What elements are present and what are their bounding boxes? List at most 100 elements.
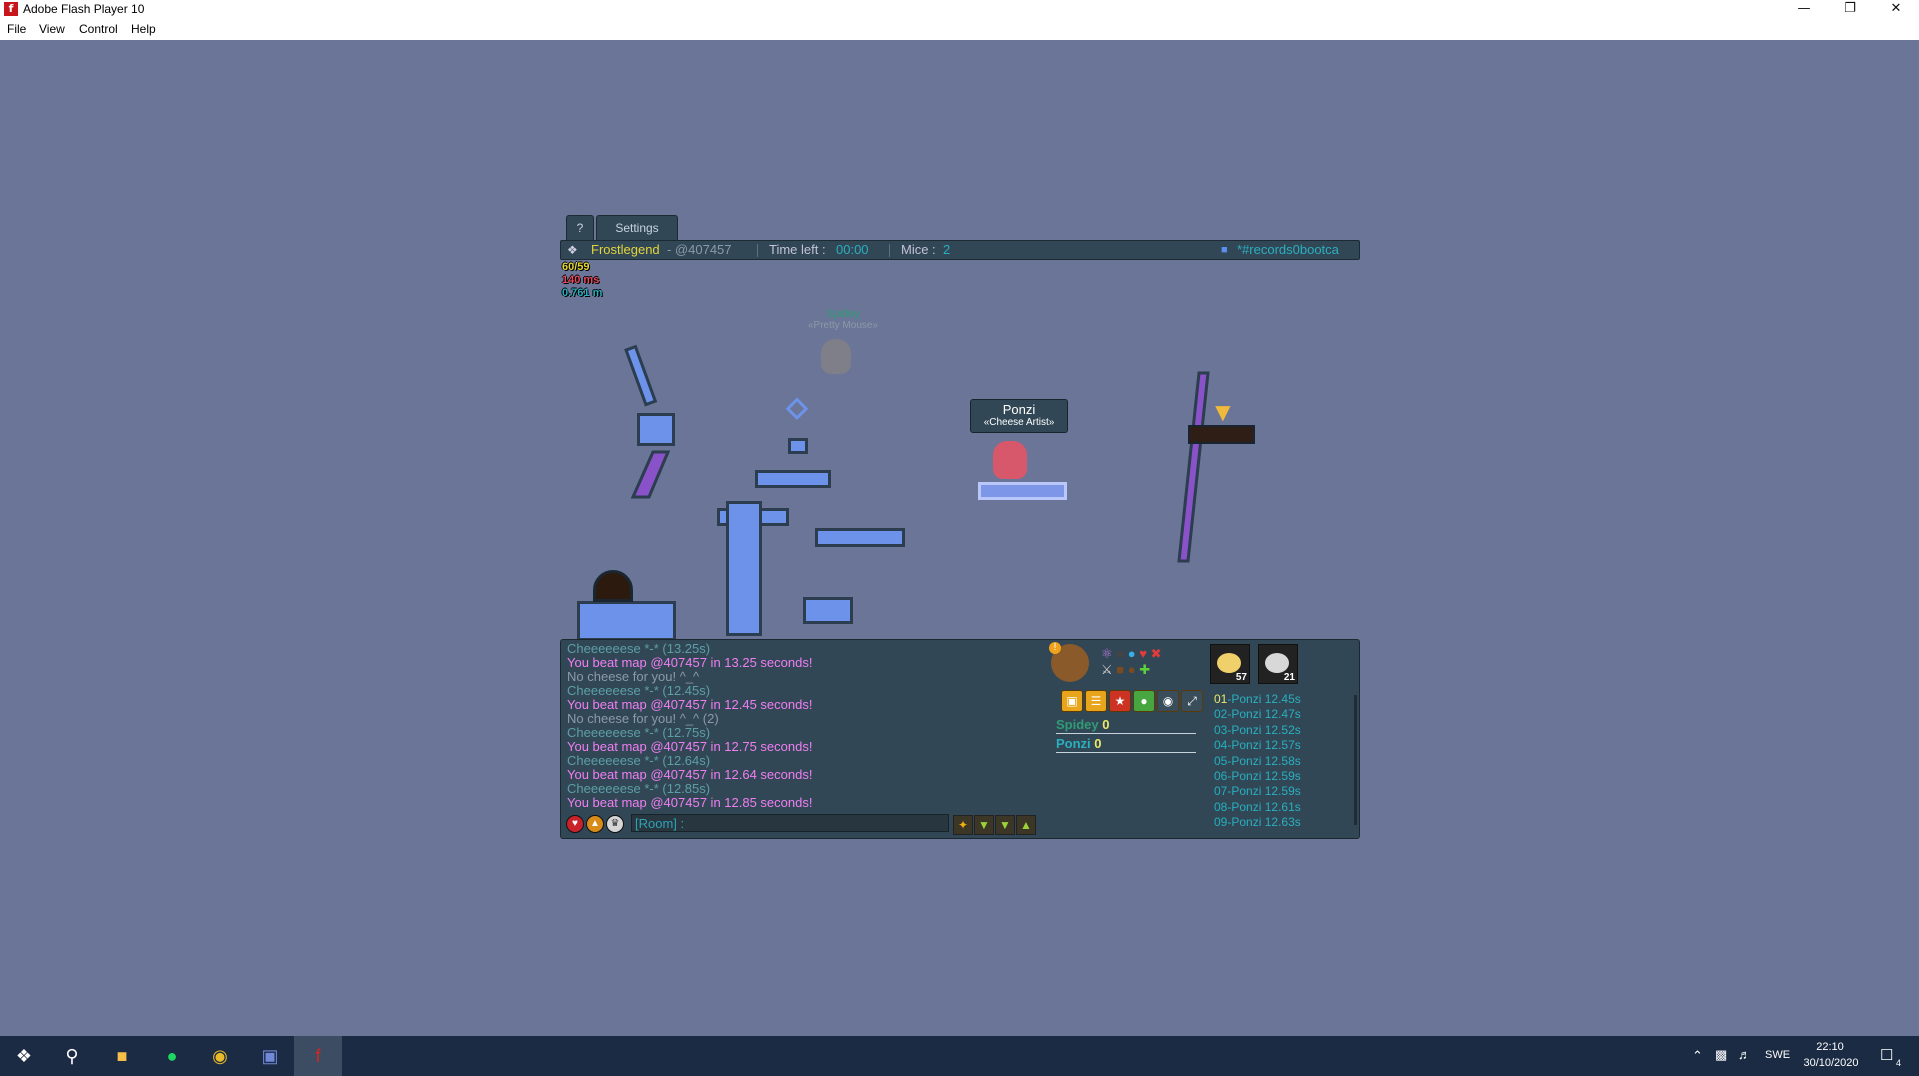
record-name: -Ponzi [1227, 799, 1265, 814]
arrow-down-icon[interactable]: ▼ [974, 815, 994, 835]
windows-start-icon[interactable]: ❖ [0, 1036, 48, 1076]
score-value: 0 [1094, 736, 1102, 751]
crown-icon[interactable]: ♛ [606, 815, 624, 833]
score-row: Ponzi 0 [1056, 736, 1196, 753]
chat-line: You beat map @407457 in 12.75 seconds! [567, 739, 813, 754]
window-title-bar: f Adobe Flash Player 10 — ❐ ✕ [0, 0, 1919, 19]
list-icon[interactable]: ☰ [1085, 690, 1107, 712]
cheese-icon: ▼ [1210, 397, 1236, 427]
spidey-nickname[interactable]: Spidey [783, 308, 903, 320]
chat-text: Cheeeeeese *-* [567, 641, 663, 656]
score-value: 0 [1102, 717, 1110, 732]
menu-help[interactable]: Help [131, 22, 156, 36]
spidey-mouse[interactable] [821, 339, 851, 374]
tribe-icon[interactable]: ▲ [586, 815, 604, 833]
record-row[interactable]: 01-Ponzi 12.45s [1214, 692, 1301, 707]
record-row[interactable]: 04-Ponzi 12.57s [1214, 738, 1301, 753]
notifications-icon[interactable]: ☐ [1880, 1046, 1893, 1064]
record-row[interactable]: 07-Ponzi 12.59s [1214, 784, 1301, 799]
record-rank: 03 [1214, 722, 1228, 737]
heart-icon[interactable]: ♥ [566, 815, 584, 833]
arrow-down-alt-icon[interactable]: ▼ [995, 815, 1015, 835]
network-icon[interactable]: ▩ [1715, 1047, 1727, 1063]
shop-icon[interactable]: ▣ [1061, 690, 1083, 712]
record-rank: 09 [1214, 815, 1228, 830]
spidey-platform [815, 528, 905, 547]
flash-player-taskbar-icon[interactable]: f [294, 1036, 342, 1076]
record-time: 12.57s [1264, 738, 1301, 753]
language-indicator[interactable]: SWE [1765, 1049, 1790, 1061]
file-explorer-icon[interactable]: ■ [98, 1036, 146, 1076]
chat-text: Cheeeeeese *-* [567, 753, 663, 768]
record-avatar[interactable]: 21 [1258, 644, 1298, 684]
ponzi-nickname[interactable]: Ponzi [971, 402, 1067, 417]
chat-extra: (12.64s) [662, 753, 711, 768]
arrow-up-icon[interactable]: ▲ [1016, 815, 1036, 835]
chevron-up-icon[interactable]: ⌃ [1692, 1048, 1703, 1064]
ponzi-title: «Cheese Artist» [983, 417, 1055, 428]
chat-line: You beat map @407457 in 12.85 seconds! [567, 795, 813, 810]
record-rank: 08 [1214, 799, 1228, 814]
tribe-house-icon[interactable]: ★ [1109, 690, 1131, 712]
restore-icon[interactable]: ❐ [1827, 0, 1873, 19]
record-avatar[interactable]: 57 [1210, 644, 1250, 684]
cheese-avatar-icon [1217, 653, 1241, 673]
record-row[interactable]: 08-Ponzi 12.61s [1214, 800, 1301, 815]
chat-line: Cheeeeeese *-* (12.45s) [567, 684, 1037, 698]
score-name[interactable]: Ponzi [1056, 736, 1091, 751]
chat-text: Cheeeeeese *-* [567, 683, 663, 698]
record-row[interactable]: 05-Ponzi 12.58s [1214, 754, 1301, 769]
record-row[interactable]: 02-Ponzi 12.47s [1214, 707, 1301, 722]
record-time: 12.61s [1264, 799, 1301, 814]
search-icon[interactable]: ⚲ [48, 1036, 96, 1076]
alert-icon[interactable]: ! [1049, 642, 1061, 654]
record-time: 12.45s [1264, 692, 1301, 706]
star-icon[interactable]: ✦ [953, 815, 973, 835]
chat-input[interactable]: [Room] : [631, 814, 949, 832]
record-row[interactable]: 09-Ponzi 12.63s [1214, 815, 1301, 830]
record-rank: 02 [1214, 707, 1228, 722]
score-name[interactable]: Spidey [1056, 717, 1099, 732]
minimize-icon[interactable]: — [1781, 0, 1827, 19]
discord-icon[interactable]: ◉ [1157, 690, 1179, 712]
chat-line: You beat map @407457 in 12.64 seconds! [567, 767, 813, 782]
chat-text: Cheeeeeese *-* [567, 781, 663, 796]
heart-item-icon: ♥ [1139, 646, 1147, 661]
record-row[interactable]: 06-Ponzi 12.59s [1214, 769, 1301, 784]
ball-icon: ● [1127, 662, 1136, 677]
fullscreen-icon[interactable]: ⤢ [1181, 690, 1203, 712]
clock-time[interactable]: 22:10 [1800, 1041, 1860, 1053]
game-area: ? Settings ❖ Frostlegend - @407457 Time … [560, 215, 1360, 840]
ponzi-mouse[interactable] [993, 441, 1027, 479]
record-name: -Ponzi [1227, 722, 1265, 737]
record-time: 12.59s [1264, 769, 1301, 784]
ponzi-tooltip: Ponzi «Cheese Artist» [970, 399, 1068, 433]
cross-icon: ✖ [1150, 646, 1162, 661]
shaman-items: ⚛ ■ ● ♥ ✖ ⚔ ■ ● ✚ [1101, 646, 1201, 680]
chat-bubble-icon[interactable]: ● [1133, 690, 1155, 712]
notifications-count: 4 [1896, 1058, 1902, 1068]
records-list: 01-Ponzi 12.45s 02-Ponzi 12.47s 03-Ponzi… [1214, 692, 1301, 831]
mouse-hole [593, 570, 633, 602]
menu-view[interactable]: View [39, 22, 65, 36]
spotify-icon[interactable]: ● [148, 1036, 196, 1076]
tall-pillar-platform [726, 501, 762, 636]
box-icon: ■ [1116, 662, 1125, 677]
help-tab[interactable]: ? [566, 215, 594, 240]
settings-tab[interactable]: Settings [596, 215, 678, 240]
close-icon[interactable]: ✕ [1873, 0, 1919, 19]
record-rank: 06 [1214, 769, 1228, 784]
volume-icon[interactable]: ♬ [1738, 1047, 1751, 1062]
record-row[interactable]: 03-Ponzi 12.52s [1214, 723, 1301, 738]
records-scrollbar[interactable] [1354, 695, 1357, 825]
discord-app-icon[interactable]: ▣ [246, 1036, 294, 1076]
record-rank: 07 [1214, 784, 1228, 799]
menu-control[interactable]: Control [79, 22, 118, 36]
record-name: -Ponzi [1227, 753, 1265, 768]
chrome-icon[interactable]: ◉ [196, 1036, 244, 1076]
menu-file[interactable]: File [7, 22, 26, 36]
clock-date[interactable]: 30/10/2020 [1796, 1057, 1866, 1069]
map-objects [624, 344, 1210, 563]
ponzi-platform [978, 482, 1067, 500]
menu-bar: File View Control Help [0, 19, 1919, 40]
